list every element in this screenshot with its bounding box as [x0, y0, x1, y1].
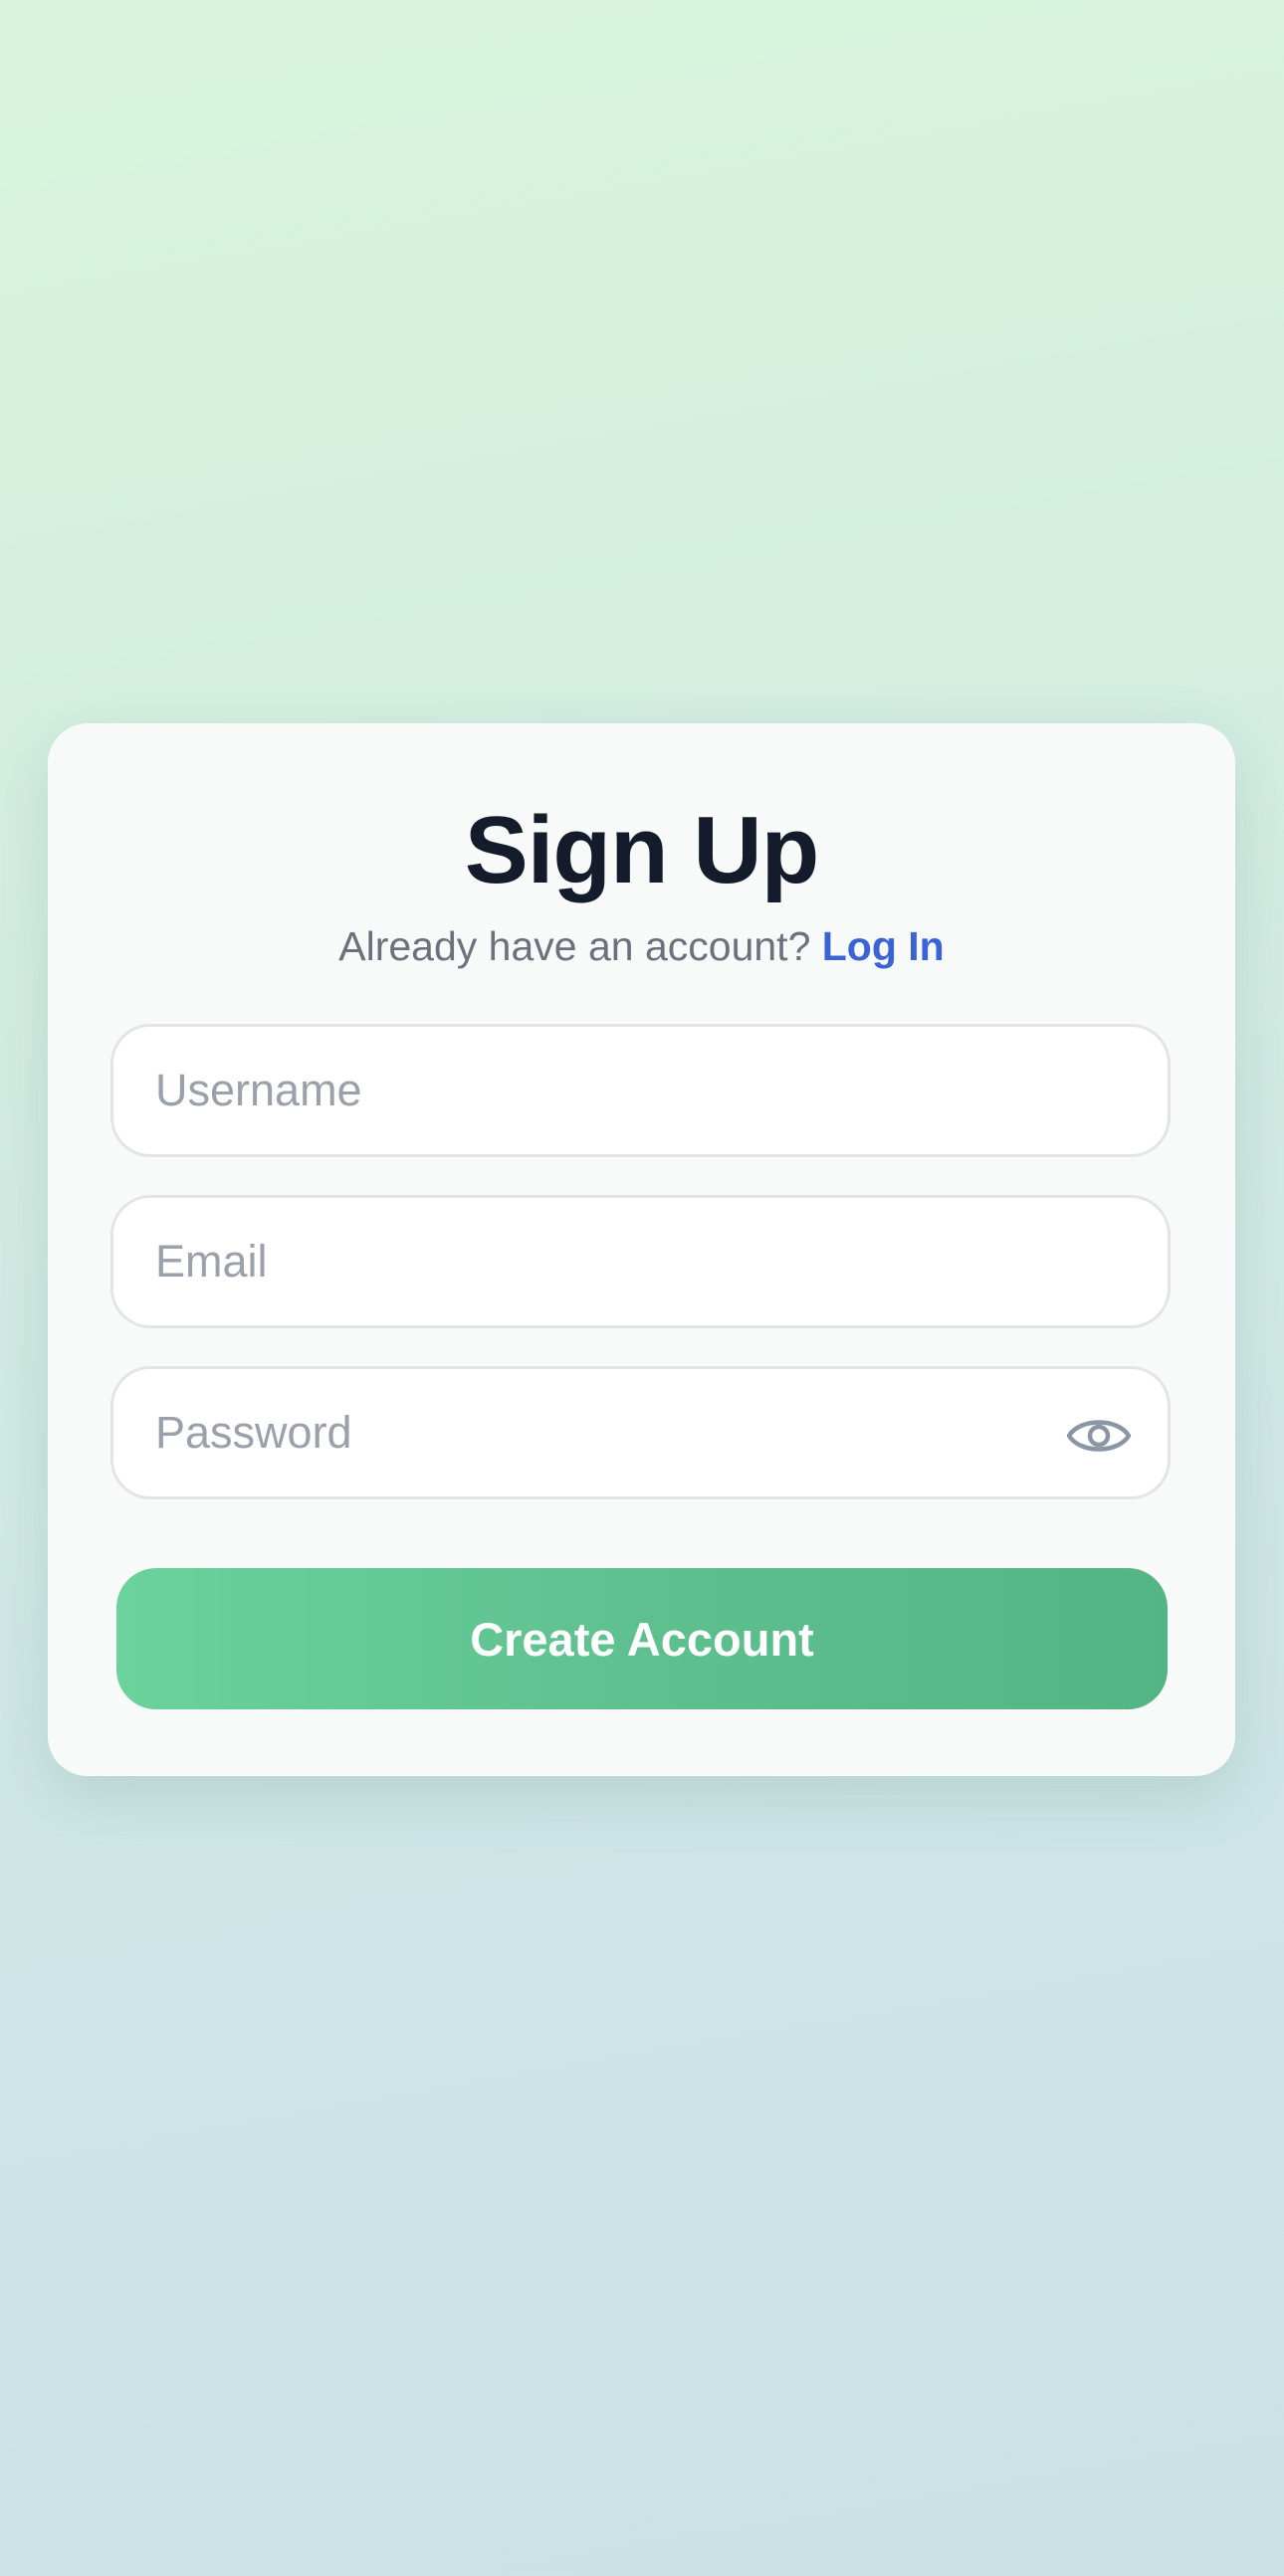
username-field[interactable] — [110, 1024, 1171, 1157]
eye-icon[interactable] — [1066, 1412, 1132, 1460]
username-input[interactable] — [155, 1027, 1051, 1154]
page-title: Sign Up — [464, 797, 820, 903]
login-prompt: Already have an account? Log In — [48, 922, 1235, 971]
email-field[interactable] — [110, 1195, 1171, 1328]
email-input[interactable] — [155, 1198, 1051, 1325]
signup-card: Sign Up Already have an account? Log In … — [48, 723, 1235, 1776]
password-input[interactable] — [155, 1369, 1051, 1496]
login-link[interactable]: Log In — [822, 923, 945, 969]
password-field[interactable] — [110, 1366, 1171, 1499]
create-account-button[interactable]: Create Account — [116, 1568, 1168, 1709]
login-prompt-text: Already have an account? — [338, 923, 822, 969]
